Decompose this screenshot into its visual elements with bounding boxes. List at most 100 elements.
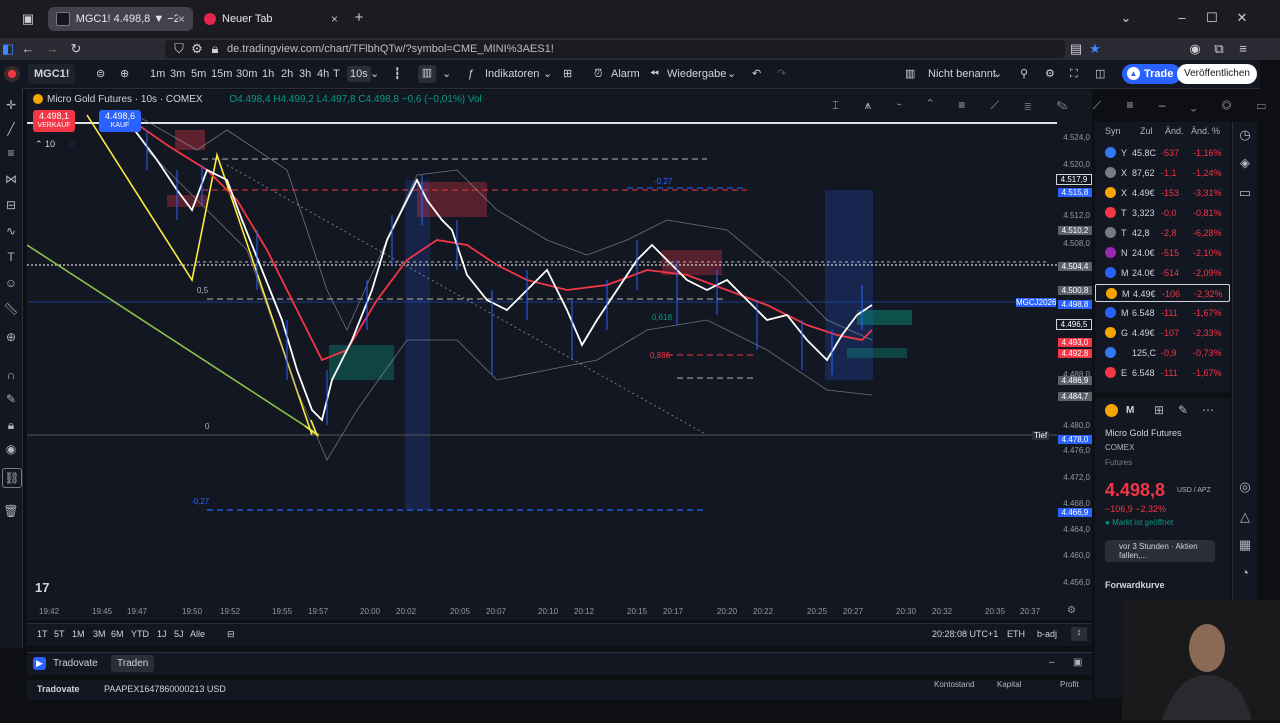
- collapse-icon[interactable]: ↕: [1071, 627, 1087, 641]
- close-tab-icon[interactable]: ×: [331, 12, 338, 26]
- target-icon[interactable]: ◎: [1236, 478, 1254, 496]
- tab-list-chevron-icon[interactable]: ⌄: [1116, 9, 1136, 27]
- layout-name-button[interactable]: Nicht benannt: [928, 66, 996, 82]
- sidebar-toggle-icon[interactable]: ▣: [18, 10, 38, 28]
- snapshot-icon[interactable]: ◫: [1095, 66, 1105, 82]
- zoom-in-icon[interactable]: ⊕: [2, 328, 20, 346]
- floating-drawing-toolbar[interactable]: ⌶ ⩚ ⌁ ⌃ ≡ ⟋ ≣ ✎ ⟋ ≡ – ⌄ ◎ ▭: [832, 98, 1277, 113]
- browser-tab-new[interactable]: Neuer Tab ×: [196, 7, 346, 31]
- watch-header-symbol[interactable]: Syn: [1105, 126, 1121, 136]
- replay-chevron-icon[interactable]: ⌄: [727, 66, 736, 82]
- edit-icon[interactable]: ✎: [1178, 403, 1188, 417]
- account-dropdown[interactable]: PAAPEX1647860000213 USD: [104, 684, 226, 694]
- extensions-icon[interactable]: ⧉: [1209, 40, 1229, 58]
- watchlist-row[interactable]: G 4.49€ -107 -2,33%: [1095, 324, 1230, 342]
- interval-1m[interactable]: 1m: [150, 66, 165, 82]
- close-window-icon[interactable]: ✕: [1232, 9, 1252, 27]
- hide-drawings-icon[interactable]: ◉: [2, 440, 20, 458]
- replay-button[interactable]: Wiedergabe: [667, 66, 726, 82]
- watchlist-row[interactable]: 125,C -0,9 -0,73%: [1095, 344, 1230, 362]
- menu-icon[interactable]: ≡: [1233, 40, 1253, 58]
- sell-button[interactable]: 4.498,1 VERKAUF: [33, 110, 75, 132]
- undo-icon[interactable]: ↶: [752, 66, 761, 82]
- trash-icon[interactable]: 🗑︎: [2, 502, 20, 520]
- watchlist-row[interactable]: X 87,62 -1,1 -1,24%: [1095, 164, 1230, 182]
- forward-icon[interactable]: →: [42, 40, 62, 58]
- edit-pencil-icon[interactable]: ✎: [2, 390, 20, 408]
- interval-5m[interactable]: 5m: [191, 66, 206, 82]
- add-symbol-icon[interactable]: ⊕: [120, 66, 129, 82]
- buy-button[interactable]: 4.498,6 KAUF: [99, 110, 141, 132]
- lock-drawings-icon[interactable]: 🔒︎: [2, 416, 20, 434]
- fib-retracement-icon[interactable]: ≡: [2, 144, 20, 162]
- triangle-icon[interactable]: △: [1236, 508, 1254, 526]
- bookmark-star-icon[interactable]: ★: [1085, 40, 1105, 58]
- close-tab-icon[interactable]: ×: [178, 12, 185, 26]
- account-icon[interactable]: ◉: [1185, 40, 1205, 58]
- watchlist-row[interactable]: T 42,8 -2,8 -6,28%: [1095, 224, 1230, 242]
- range-1M[interactable]: 1M: [72, 629, 85, 639]
- url-input[interactable]: ⛉ ⚙ 🔒︎ de.tradingview.com/chart/TFlbhQTw…: [165, 40, 1065, 58]
- range-1J[interactable]: 1J: [157, 629, 167, 639]
- watchlist-row[interactable]: X 4.49€ -153 -3,31%: [1095, 184, 1230, 202]
- clock-timezone[interactable]: 20:28:08 UTC+1: [932, 629, 998, 639]
- maximize-panel-icon[interactable]: ▣: [1073, 657, 1082, 668]
- alert-button[interactable]: Alarm: [611, 66, 640, 82]
- range-5J[interactable]: 5J: [174, 629, 184, 639]
- chart-type-chevron-icon[interactable]: ⌄: [442, 66, 451, 82]
- bar-style-icon[interactable]: ┇: [394, 66, 401, 82]
- chat-icon[interactable]: ▭: [1236, 184, 1254, 202]
- range-6M[interactable]: 6M: [111, 629, 124, 639]
- browser-tab-tradingview[interactable]: MGC1! 4.498,8 ▼ −2,32% Nicht ×: [48, 7, 193, 31]
- layout-chevron-icon[interactable]: ⌄: [993, 66, 1002, 82]
- maximize-icon[interactable]: ☐: [1202, 9, 1222, 27]
- minimize-icon[interactable]: –: [1172, 9, 1192, 27]
- account-broker-dropdown[interactable]: Tradovate: [37, 684, 80, 694]
- watchlist-row[interactable]: Y 45.8C -537 -1,16%: [1095, 144, 1230, 162]
- range-3M[interactable]: 3M: [93, 629, 106, 639]
- reader-view-icon[interactable]: ▤: [1066, 40, 1086, 58]
- user-avatar[interactable]: ⬤: [4, 66, 20, 82]
- interval-30m[interactable]: 30m: [236, 66, 257, 82]
- sidebar-icon[interactable]: ◧: [0, 40, 18, 58]
- emoji-icon[interactable]: ☺: [2, 274, 20, 292]
- alerts-clock-icon[interactable]: ◷: [1236, 126, 1254, 144]
- watchlist-row[interactable]: E 6.548 -111 -1,67%: [1095, 364, 1230, 382]
- interval-1h[interactable]: 1h: [262, 66, 274, 82]
- link-icon[interactable]: ⛓︎: [2, 468, 22, 488]
- layers-icon[interactable]: ◈: [1236, 154, 1254, 172]
- fullscreen-icon[interactable]: ⛶: [1070, 66, 1078, 82]
- goto-date-icon[interactable]: ⊟: [227, 629, 235, 640]
- range-YTD[interactable]: YTD: [131, 629, 149, 639]
- settings-icon[interactable]: ⚙: [1045, 66, 1055, 82]
- compare-symbol-icon[interactable]: ⊜: [96, 66, 105, 82]
- range-1T[interactable]: 1T: [37, 629, 48, 639]
- detail-name[interactable]: Micro Gold Futures: [1105, 428, 1182, 438]
- watch-header-change[interactable]: Änd.: [1165, 126, 1184, 136]
- indicators-chevron-icon[interactable]: ⌄: [543, 66, 552, 82]
- text-tool-icon[interactable]: T: [2, 248, 20, 266]
- crosshair-icon[interactable]: ✛: [2, 96, 20, 114]
- pattern-icon[interactable]: ⋈: [2, 170, 20, 188]
- watchlist-row[interactable]: M 6.548 -111 -1,67%: [1095, 304, 1230, 322]
- range-Alle[interactable]: Alle: [190, 629, 205, 639]
- publish-button[interactable]: Veröffentlichen: [1177, 64, 1257, 84]
- broker-name[interactable]: Tradovate: [53, 658, 98, 669]
- interval-T[interactable]: T: [333, 66, 340, 82]
- adjustment-button[interactable]: b-adj: [1037, 629, 1057, 639]
- price-chart[interactable]: -0,27 0,5 0,618 0,886 0 -0,27 17 Micro G…: [27, 90, 1266, 620]
- back-icon[interactable]: ←: [18, 40, 38, 58]
- trendline-icon[interactable]: ╱: [2, 120, 20, 138]
- magnet-icon[interactable]: ∩: [2, 366, 20, 384]
- brush-icon[interactable]: ∿: [2, 222, 20, 240]
- interval-2h[interactable]: 2h: [281, 66, 293, 82]
- interval-4h[interactable]: 4h: [317, 66, 329, 82]
- interval-dropdown-chevron-icon[interactable]: ⌄: [370, 66, 379, 82]
- more-icon[interactable]: ⋯: [1202, 403, 1214, 417]
- templates-icon[interactable]: ⊞: [563, 66, 572, 82]
- redo-icon[interactable]: ↷: [777, 66, 786, 82]
- interval-15m[interactable]: 15m: [211, 66, 232, 82]
- session-button[interactable]: ETH: [1007, 629, 1025, 639]
- minimize-panel-icon[interactable]: –: [1049, 657, 1055, 668]
- watchlist-row[interactable]: M 4.49€ -106 -2,32%: [1095, 284, 1230, 302]
